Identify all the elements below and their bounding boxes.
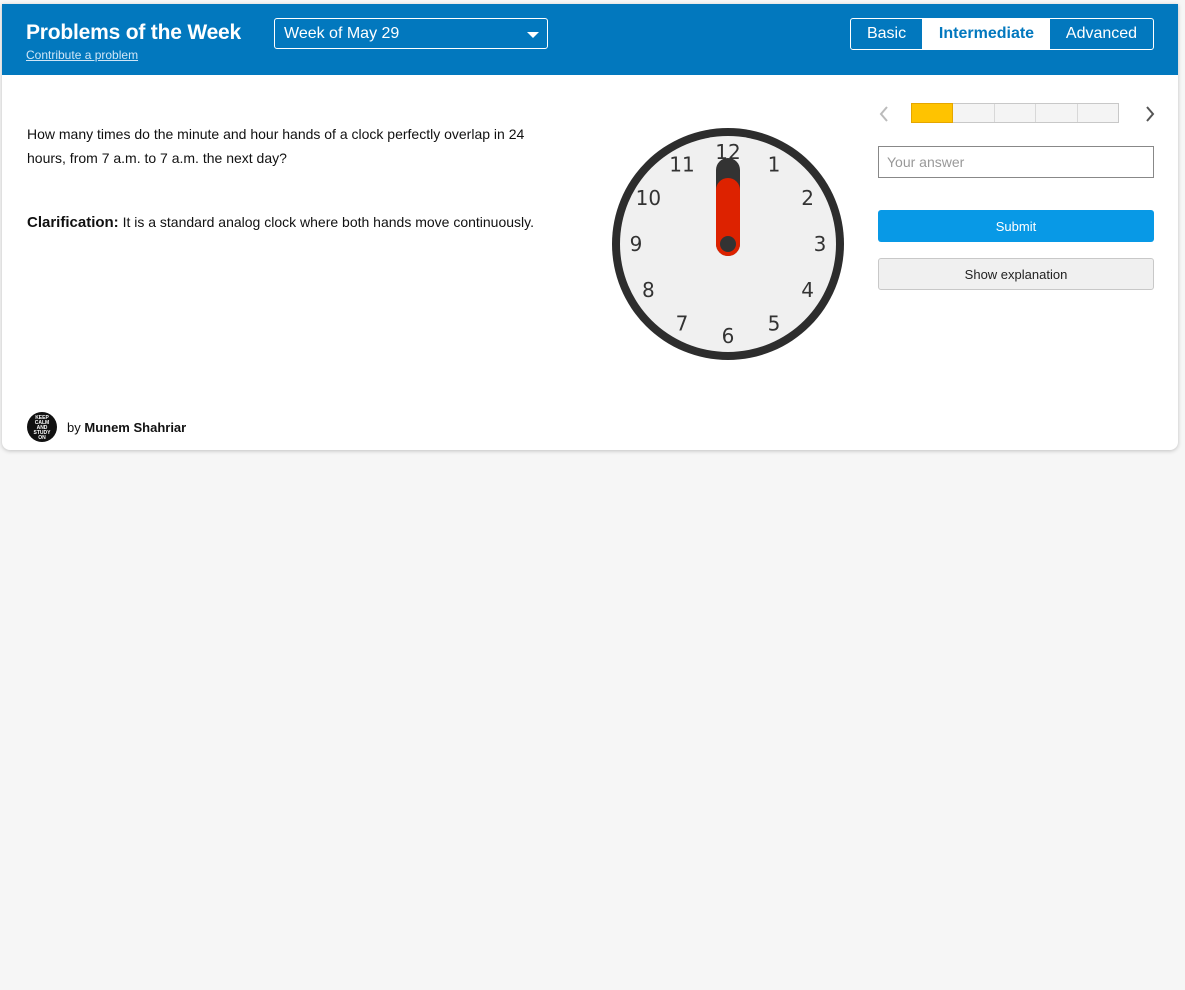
author-byline: by Munem Shahriar — [67, 420, 186, 435]
problem-question: How many times do the minute and hour ha… — [27, 126, 525, 166]
clock-number: 8 — [642, 278, 655, 302]
avatar-text: ON — [38, 435, 46, 441]
submit-button[interactable]: Submit — [878, 210, 1154, 242]
answer-input[interactable] — [878, 146, 1154, 178]
progress-segment — [953, 104, 995, 122]
header-bar: Problems of the Week Contribute a proble… — [2, 4, 1178, 75]
show-explanation-button[interactable]: Show explanation — [878, 258, 1154, 290]
contribute-link[interactable]: Contribute a problem — [26, 48, 138, 62]
page-title: Problems of the Week — [26, 21, 242, 44]
prev-problem-button[interactable] — [877, 104, 891, 124]
author-name[interactable]: Munem Shahriar — [84, 420, 186, 435]
problem-clarification: Clarification: It is a standard analog c… — [27, 210, 587, 235]
clarification-text: It is a standard analog clock where both… — [118, 214, 535, 230]
tab-intermediate[interactable]: Intermediate — [923, 19, 1050, 49]
tab-basic[interactable]: Basic — [851, 19, 923, 49]
clock-illustration: 121234567891011 — [612, 128, 844, 360]
clock-number: 7 — [676, 312, 689, 336]
clock-number: 10 — [636, 186, 661, 210]
progress-bar — [911, 103, 1119, 123]
caret-down-icon — [527, 32, 539, 38]
level-tabs: Basic Intermediate Advanced — [850, 18, 1154, 50]
clock-number: 4 — [801, 278, 814, 302]
clock-number: 11 — [669, 152, 694, 176]
progress-segment — [1036, 104, 1078, 122]
clarification-label: Clarification: — [27, 214, 119, 231]
chevron-right-icon — [1146, 106, 1155, 122]
chevron-left-icon — [879, 106, 888, 122]
clock-number: 2 — [801, 186, 814, 210]
by-label: by — [67, 420, 81, 435]
avatar[interactable]: KEEP CALM AND STUDY ON — [27, 412, 57, 442]
clock-center-pin — [720, 236, 736, 252]
week-select[interactable]: Week of May 29 — [274, 18, 548, 49]
progress-segment — [911, 103, 954, 123]
problem-card: Problems of the Week Contribute a proble… — [2, 4, 1178, 450]
progress-segment — [995, 104, 1037, 122]
next-problem-button[interactable] — [1143, 104, 1157, 124]
tab-advanced[interactable]: Advanced — [1050, 19, 1153, 49]
progress-segment — [1078, 104, 1118, 122]
week-select-value: Week of May 29 — [284, 25, 400, 42]
clock-number: 6 — [722, 324, 735, 348]
clock-number: 9 — [630, 232, 643, 256]
clock-number: 1 — [768, 152, 781, 176]
clock-number: 5 — [768, 312, 781, 336]
clock-number: 3 — [814, 232, 827, 256]
